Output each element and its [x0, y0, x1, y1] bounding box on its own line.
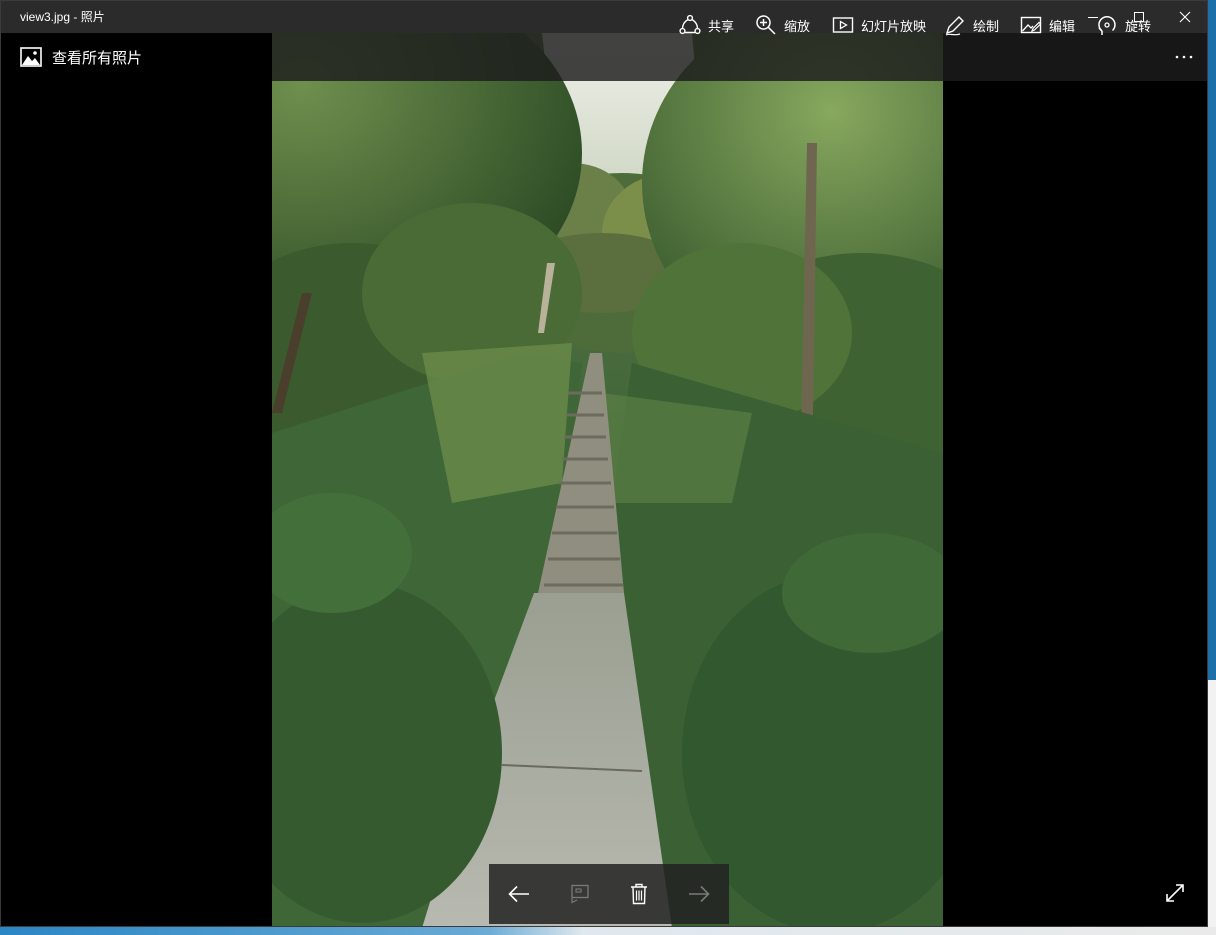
more-options-button[interactable] [1167, 33, 1201, 81]
expand-icon [1166, 884, 1184, 902]
rotate-icon [1096, 14, 1118, 36]
arrow-right-icon [689, 885, 710, 903]
taskbar-edge [0, 927, 1216, 935]
zoom-in-icon [755, 14, 777, 36]
edit-button[interactable]: 编辑 [1020, 1, 1075, 49]
slideshow-label: 幻灯片放映 [861, 18, 927, 34]
forest-path-photo [272, 33, 943, 926]
close-icon [1179, 11, 1191, 23]
edit-label: 编辑 [1049, 18, 1076, 34]
share-label: 共享 [708, 18, 735, 34]
zoom-button[interactable]: 缩放 [755, 1, 810, 49]
share-button[interactable]: 共享 [679, 1, 734, 49]
draw-button[interactable]: 绘制 [944, 1, 999, 49]
view-all-photos-button[interactable]: 查看所有照片 [9, 33, 142, 81]
window-title: view3.jpg - 照片 [20, 10, 105, 24]
delete-button[interactable] [619, 874, 659, 914]
more-icon [1175, 55, 1193, 59]
fullscreen-button[interactable] [1161, 879, 1189, 907]
trash-icon [631, 883, 647, 905]
photo-view[interactable] [272, 33, 943, 926]
arrow-left-icon [508, 885, 529, 903]
rotate-button[interactable]: 旋转 [1096, 1, 1151, 49]
photos-window: view3.jpg - 照片 查看所有照片 共享 缩放 幻灯片放映 绘制 编辑 … [0, 0, 1208, 927]
zoom-label: 缩放 [784, 18, 811, 34]
slideshow-icon [832, 14, 854, 36]
pen-icon [944, 14, 966, 36]
photo-navigation-bar [489, 864, 729, 924]
view-all-photos-label: 查看所有照片 [52, 49, 143, 67]
previous-photo-button[interactable] [499, 874, 539, 914]
slideshow-button[interactable]: 幻灯片放映 [832, 1, 926, 49]
edit-photo-icon [1020, 14, 1042, 36]
desktop-background-right [1208, 680, 1216, 935]
photos-app-icon [19, 45, 43, 69]
share-icon [679, 14, 701, 36]
close-button[interactable] [1162, 1, 1207, 33]
compare-icon [571, 884, 589, 904]
draw-label: 绘制 [973, 18, 1000, 34]
next-photo-button[interactable] [679, 874, 719, 914]
rotate-label: 旋转 [1125, 18, 1152, 34]
compare-button[interactable] [559, 874, 599, 914]
